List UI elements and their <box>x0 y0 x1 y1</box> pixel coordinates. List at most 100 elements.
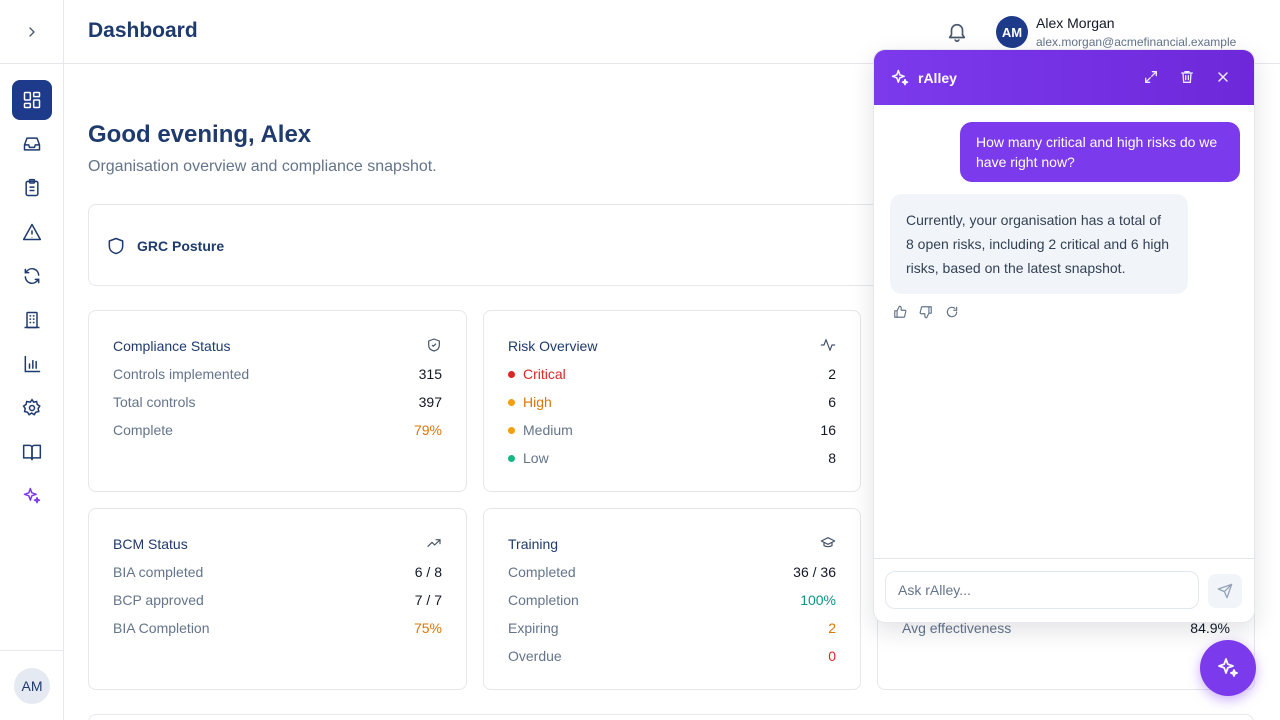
user-email: alex.morgan@acmefinancial.example <box>1036 35 1237 49</box>
close-chat-button[interactable] <box>1215 69 1231 85</box>
user-message: How many critical and high risks do we h… <box>960 122 1240 182</box>
stat-label: Controls implemented <box>113 366 250 382</box>
status-dot <box>508 370 515 378</box>
greeting-heading: Good evening, Alex <box>88 121 312 148</box>
risk-label: Low <box>523 450 549 466</box>
refresh-icon <box>24 267 39 285</box>
sparkles-icon <box>890 68 910 88</box>
risk-overview-card: Risk Overview Critical 2 High 6 Medium 16 L… <box>483 310 861 492</box>
chevron-right-icon <box>28 26 35 37</box>
page-title: Dashboard <box>88 19 198 42</box>
card-title: Training <box>508 536 559 552</box>
send-button[interactable] <box>1208 574 1242 608</box>
sidebar-item-continuity[interactable] <box>12 256 52 296</box>
user-avatar[interactable]: AM <box>996 16 1028 48</box>
send-icon <box>1217 583 1233 599</box>
risk-label: Medium <box>523 422 573 438</box>
sidebar-item-ai-assistant[interactable] <box>12 476 52 516</box>
sidebar-item-vendors[interactable] <box>12 300 52 340</box>
chat-footer <box>874 558 1254 622</box>
thumbs-up-icon <box>894 305 907 318</box>
status-dot <box>508 426 515 434</box>
greeting-subtitle: Organisation overview and compliance sna… <box>88 158 437 175</box>
grc-posture-label: GRC Posture <box>137 238 225 254</box>
risk-label: Critical <box>523 366 566 382</box>
stat-row: BIA Completion 75% <box>113 618 442 638</box>
alert-triangle-icon <box>22 223 41 241</box>
stat-value: 0 <box>828 648 836 664</box>
sidebar-avatar[interactable]: AM <box>14 667 50 704</box>
card-title: Risk Overview <box>508 338 598 354</box>
dashboard-icon <box>23 91 40 109</box>
clipboard-icon <box>24 178 39 197</box>
clear-chat-button[interactable] <box>1179 69 1195 85</box>
notifications-button[interactable] <box>946 21 968 43</box>
regenerate-button[interactable] <box>945 305 959 319</box>
bcm-status-card: BCM Status BIA completed 6 / 8 BCP approv… <box>88 508 467 690</box>
status-dot <box>508 454 515 462</box>
stat-label: Complete <box>113 422 173 438</box>
stat-label: Overdue <box>508 648 562 664</box>
risk-value: 16 <box>820 422 836 438</box>
book-icon <box>22 444 41 461</box>
assistant-message: Currently, your organisation has a total… <box>890 194 1188 294</box>
trash-icon <box>1181 71 1193 83</box>
thumbs-up-button[interactable] <box>893 305 907 319</box>
stat-row: Complete 79% <box>113 420 442 440</box>
inbox-icon <box>23 137 40 151</box>
chat-header: rAlley <box>874 50 1254 105</box>
status-dot <box>508 398 515 406</box>
sidebar-item-inbox[interactable] <box>12 124 52 164</box>
stat-label: BIA Completion <box>113 620 210 636</box>
stat-value: 75% <box>413 620 442 636</box>
risk-row-high: High 6 <box>508 392 836 412</box>
close-icon <box>1218 72 1228 82</box>
stat-row: Expiring 2 <box>508 618 836 638</box>
chat-title: rAlley <box>918 70 957 86</box>
stat-value: 2 <box>828 620 836 636</box>
user-name[interactable]: Alex Morgan <box>1036 15 1115 31</box>
sidebar: AM <box>0 0 64 720</box>
sidebar-item-dashboard[interactable] <box>11 80 52 120</box>
stat-label: Completed <box>508 564 576 580</box>
building-icon <box>24 311 39 329</box>
expand-chat-button[interactable] <box>1143 69 1159 85</box>
card-title: BCM Status <box>113 536 188 552</box>
sidebar-footer: AM <box>0 650 64 720</box>
sidebar-item-settings[interactable] <box>12 388 52 428</box>
next-section-card <box>88 714 1254 720</box>
stat-row: Completed 36 / 36 <box>508 562 836 582</box>
expand-icon <box>1145 71 1157 83</box>
risk-row-critical: Critical 2 <box>508 364 836 384</box>
thumbs-down-button[interactable] <box>919 305 933 319</box>
sparkles-icon <box>1218 658 1238 677</box>
stat-label: Total controls <box>113 394 196 410</box>
ai-assistant-fab[interactable] <box>1200 640 1256 696</box>
card-title: Compliance Status <box>113 338 231 354</box>
thumbs-down-icon <box>919 306 932 319</box>
risk-row-low: Low 8 <box>508 448 836 468</box>
stat-row: Total controls 397 <box>113 392 442 412</box>
risk-row-medium: Medium 16 <box>508 420 836 440</box>
compliance-status-card: Compliance Status Controls implemented 31… <box>88 310 467 492</box>
risk-value: 8 <box>828 450 836 466</box>
stat-value: 315 <box>418 366 442 382</box>
ai-chat-panel: rAlley How many critical and high risks … <box>873 49 1255 623</box>
chat-input[interactable] <box>885 571 1199 609</box>
shield-check-icon <box>426 337 442 353</box>
training-card: Training Completed 36 / 36 Completion 100%… <box>483 508 861 690</box>
stat-row: BIA completed 6 / 8 <box>113 562 442 582</box>
sidebar-toggle[interactable] <box>0 0 63 64</box>
stat-label: Expiring <box>508 620 559 636</box>
refresh-icon <box>946 306 958 318</box>
sidebar-item-docs[interactable] <box>12 432 52 472</box>
sidebar-item-tasks[interactable] <box>12 168 52 208</box>
stat-value: 397 <box>418 394 442 410</box>
shield-icon <box>106 236 126 256</box>
risk-value: 6 <box>828 394 836 410</box>
stat-row: Completion 100% <box>508 590 836 610</box>
stat-row: Controls implemented 315 <box>113 364 442 384</box>
sidebar-item-reports[interactable] <box>12 344 52 384</box>
bar-chart-icon <box>24 355 40 373</box>
sidebar-item-risks[interactable] <box>12 212 52 252</box>
